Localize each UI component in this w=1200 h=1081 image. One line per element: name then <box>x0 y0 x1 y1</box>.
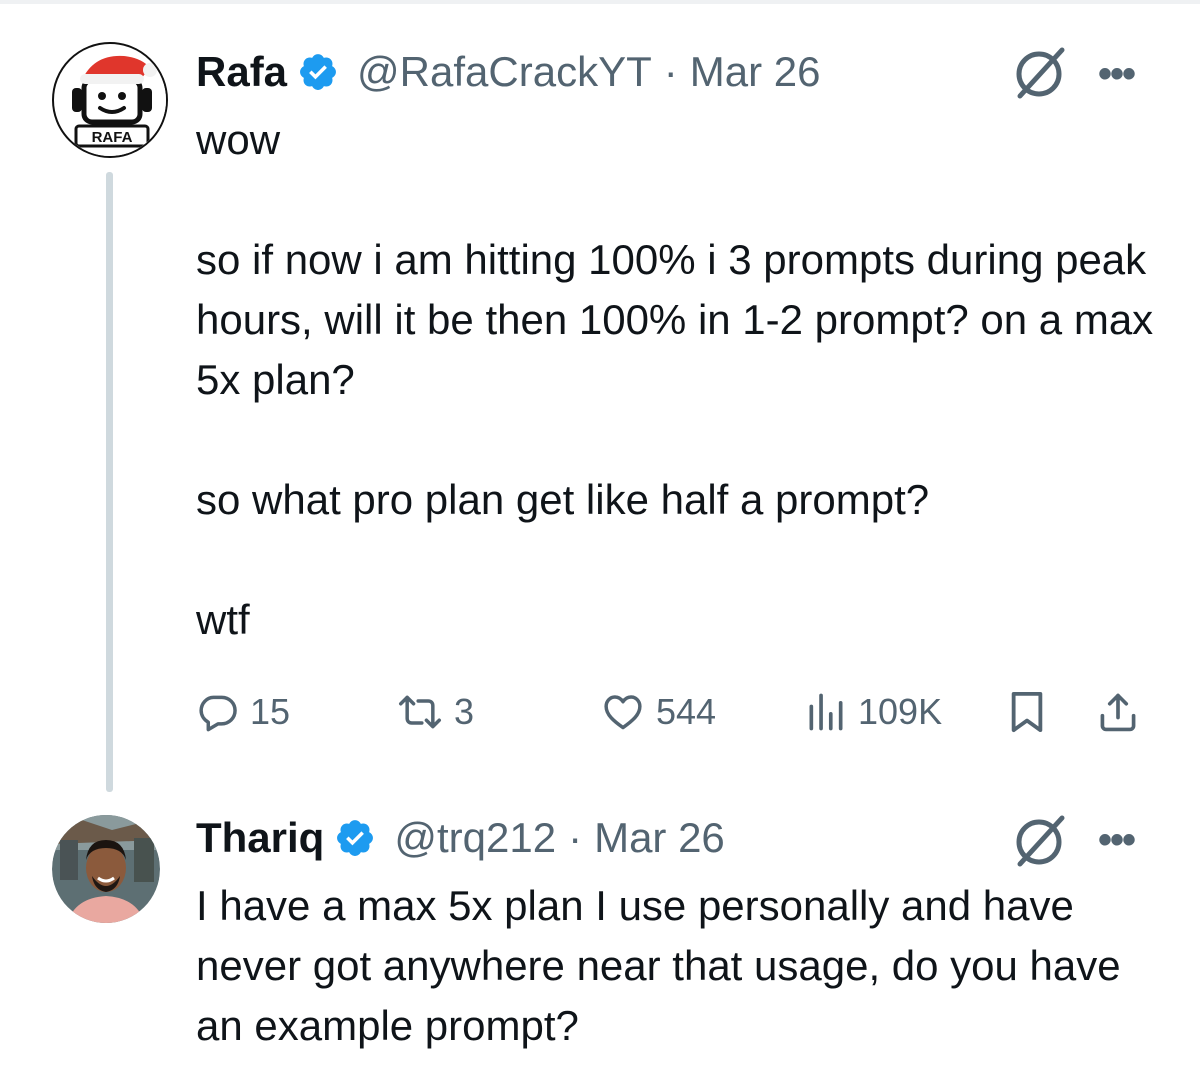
tweet-paragraph: wtf <box>196 596 250 643</box>
separator-dot: · <box>568 814 583 861</box>
author-name[interactable]: Thariq <box>196 814 324 862</box>
repost-count: 3 <box>454 691 475 732</box>
reply-button[interactable]: 15 <box>196 680 290 744</box>
verified-badge-icon <box>334 817 376 859</box>
avatar[interactable] <box>52 810 160 928</box>
reply-icon <box>196 690 240 734</box>
author-handle[interactable]: @RafaCrackYT <box>357 48 652 96</box>
tweet-header: Thariq @trq212 · Mar 26 <box>196 814 725 862</box>
person-avatar-icon <box>52 815 160 923</box>
more-icon[interactable]: ••• <box>1098 52 1136 97</box>
separator-dot: · <box>663 48 678 95</box>
avatar-label: RAFA <box>92 129 133 146</box>
like-count: 544 <box>656 691 717 732</box>
tweet-text: I have a max 5x plan I use personally an… <box>196 876 1156 1056</box>
tweet-paragraph: wow <box>196 116 281 163</box>
tweet-paragraph: I have a max 5x plan I use personally an… <box>196 882 1121 1049</box>
thread-connector-line <box>106 172 113 792</box>
views-icon <box>804 690 848 734</box>
tweet-date[interactable]: Mar 26 <box>690 48 821 96</box>
top-divider <box>0 0 1200 4</box>
share-button[interactable] <box>1096 680 1140 744</box>
avatar[interactable]: RAFA <box>52 42 168 158</box>
share-icon <box>1096 689 1140 735</box>
tweet-paragraph <box>196 530 1156 590</box>
author-handle[interactable]: @trq212 <box>394 814 556 862</box>
views-button[interactable]: 109K <box>804 680 942 744</box>
tweet-actions: 15 3 544 109K <box>196 680 1146 744</box>
robot-avatar-icon: RAFA <box>56 46 166 156</box>
tweet-paragraph <box>196 170 1156 230</box>
grok-icon[interactable] <box>1012 812 1068 868</box>
tweet-paragraph <box>196 410 1156 470</box>
tweet-paragraph: so if now i am hitting 100% i 3 prompts … <box>196 236 1154 403</box>
repost-button[interactable]: 3 <box>396 680 474 744</box>
bookmark-button[interactable] <box>1006 680 1048 744</box>
repost-icon <box>396 690 444 734</box>
reply-count: 15 <box>250 691 291 732</box>
views-count: 109K <box>858 691 943 732</box>
more-icon[interactable]: ••• <box>1098 818 1136 863</box>
grok-icon[interactable] <box>1012 44 1068 100</box>
tweet-header: Rafa @RafaCrackYT · Mar 26 <box>196 48 820 96</box>
tweet-date[interactable]: Mar 26 <box>594 814 725 862</box>
bookmark-icon <box>1006 689 1048 735</box>
like-button[interactable]: 544 <box>600 680 716 744</box>
verified-badge-icon <box>297 51 339 93</box>
tweet-paragraph: so what pro plan get like half a prompt? <box>196 476 930 523</box>
author-name[interactable]: Rafa <box>196 48 287 96</box>
tweet-text: wow so if now i am hitting 100% i 3 prom… <box>196 110 1156 650</box>
like-icon <box>600 690 646 734</box>
